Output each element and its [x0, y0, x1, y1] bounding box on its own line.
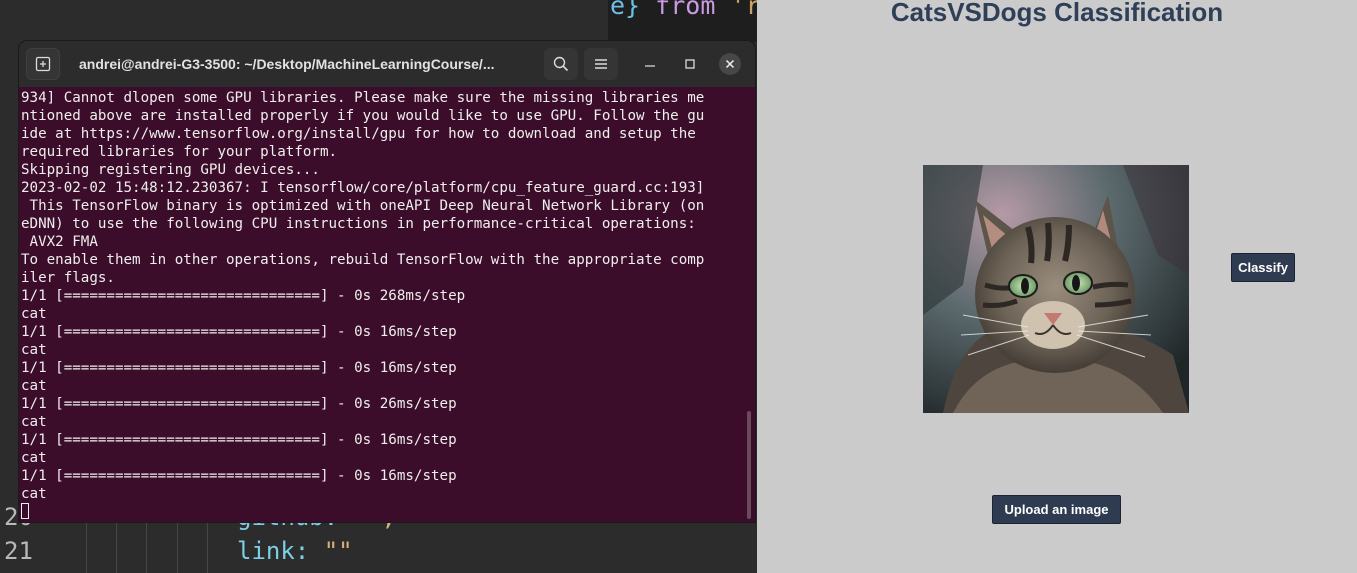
- terminal-line: eDNN) to use the following CPU instructi…: [21, 216, 696, 232]
- terminal-line: cat: [21, 306, 47, 322]
- terminal-line: cat: [21, 486, 47, 502]
- terminal-line: 1/1 [==============================] - 0…: [21, 360, 457, 376]
- terminal-line: This TensorFlow binary is optimized with…: [21, 198, 705, 214]
- terminal-line: cat: [21, 414, 47, 430]
- classify-button[interactable]: Classify: [1231, 253, 1295, 282]
- terminal-line: 934] Cannot dlopen some GPU libraries. P…: [21, 90, 705, 106]
- terminal-line: 2023-02-02 15:48:12.230367: I tensorflow…: [21, 180, 705, 196]
- code-editor-top-snippet: e} from 'r: [608, 0, 757, 42]
- terminal-line: cat: [21, 450, 47, 466]
- terminal-line: ide at https://www.tensorflow.org/instal…: [21, 126, 696, 142]
- search-icon: [553, 56, 569, 72]
- terminal-output[interactable]: 934] Cannot dlopen some GPU libraries. P…: [21, 89, 747, 522]
- terminal-title: andrei@andrei-G3-3500: ~/Desktop/Machine…: [79, 56, 495, 72]
- terminal-line: Skipping registering GPU devices...: [21, 162, 320, 178]
- code-token-brace: e}: [610, 0, 641, 20]
- indent-guide: [116, 520, 117, 573]
- terminal-line: 1/1 [==============================] - 0…: [21, 432, 457, 448]
- code-key: link:: [237, 537, 324, 565]
- terminal-line: 1/1 [==============================] - 0…: [21, 396, 457, 412]
- code-value: "": [323, 537, 353, 565]
- terminal-line: cat: [21, 378, 47, 394]
- terminal-line: cat: [21, 342, 47, 358]
- code-line-link: link: "": [237, 537, 353, 565]
- new-tab-button[interactable]: [26, 48, 60, 80]
- terminal-menu-button[interactable]: [584, 48, 618, 80]
- minimize-button[interactable]: [637, 52, 663, 76]
- terminal-header-bar[interactable]: andrei@andrei-G3-3500: ~/Desktop/Machine…: [19, 41, 755, 87]
- maximize-button[interactable]: [677, 52, 703, 76]
- terminal-line: iler flags.: [21, 270, 115, 286]
- indent-guide: [86, 520, 87, 573]
- uploaded-image-preview: [923, 165, 1189, 413]
- terminal-line: 1/1 [==============================] - 0…: [21, 468, 457, 484]
- line-number: 21: [4, 537, 33, 565]
- terminal-search-button[interactable]: [544, 48, 578, 80]
- terminal-cursor: [21, 503, 29, 519]
- terminal-line: AVX2 FMA: [21, 234, 98, 250]
- upload-image-button[interactable]: Upload an image: [992, 495, 1121, 524]
- terminal-line: To enable them in other operations, rebu…: [21, 252, 705, 268]
- code-token-string: 'r: [730, 0, 757, 20]
- minimize-icon: [645, 65, 655, 67]
- terminal-scrollbar[interactable]: [747, 411, 751, 519]
- hamburger-menu-icon: [595, 59, 607, 69]
- new-tab-icon: [35, 56, 51, 72]
- classifier-app: CatsVSDogs Classification Classify Uploa…: [757, 0, 1357, 573]
- terminal-prompt-line: [21, 503, 747, 521]
- terminal-line: required libraries for your platform.: [21, 144, 338, 160]
- close-icon: [725, 59, 735, 69]
- indent-guide: [177, 520, 178, 573]
- terminal-line: 1/1 [==============================] - 0…: [21, 324, 457, 340]
- code-token-keyword: from: [655, 0, 716, 20]
- indent-guide: [207, 520, 208, 573]
- maximize-icon: [685, 59, 695, 69]
- indent-guide: [146, 520, 147, 573]
- terminal-window[interactable]: andrei@andrei-G3-3500: ~/Desktop/Machine…: [19, 41, 755, 522]
- tabby-cat-photo: [923, 165, 1189, 413]
- terminal-line: 1/1 [==============================] - 0…: [21, 288, 466, 304]
- close-button[interactable]: [719, 53, 741, 75]
- page-title: CatsVSDogs Classification: [890, 0, 1224, 27]
- terminal-line: ntioned above are installed properly if …: [21, 108, 705, 124]
